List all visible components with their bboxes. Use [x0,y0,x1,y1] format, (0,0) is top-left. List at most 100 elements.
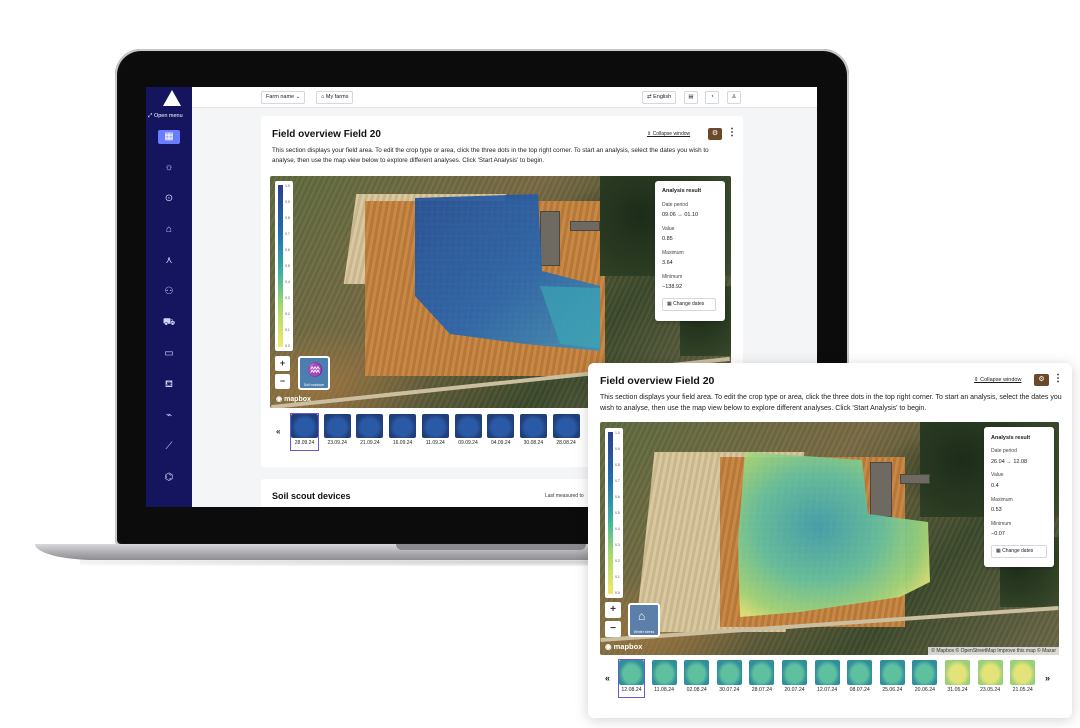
chevron-down-icon: ⌄ [295,94,301,100]
legend-tick-label: 1.0 [615,431,620,435]
location-pin-icon[interactable]: ⊙ [158,192,180,206]
date-thumbnail[interactable]: 21.09.24 [356,414,384,450]
legend-tick-label: 0.4 [615,527,620,531]
date-thumbnail[interactable]: 12.08.24 [618,659,645,698]
more-options-icon[interactable]: ⋮ [727,127,737,138]
thumbnail-image [684,660,710,685]
zoom-out-button[interactable]: − [275,374,290,389]
tractor-icon[interactable]: ⛟ [158,316,180,330]
farm-name-select[interactable]: Farm name ⌄ [261,91,306,104]
calendar-icon: ▦ [667,301,672,307]
messages-icon[interactable]: ▤ [684,91,698,104]
date-thumbnail[interactable]: 21.05.24 [1010,660,1036,697]
thumbnail-image [454,414,482,438]
date-period-value: 09.06 → 01.10 [662,212,699,218]
panel-zoom-out-button[interactable]: − [605,621,621,637]
home-icon[interactable]: ⌂ [158,223,180,237]
my-farms-button[interactable]: ⌂ My farms [316,91,354,104]
collapse-label: Collapse window [652,131,691,137]
date-thumbnail[interactable]: 30.08.24 [519,414,547,450]
date-thumbnail[interactable]: 11.09.24 [421,414,449,450]
panel-more-options-icon[interactable]: ⋮ [1053,373,1063,384]
dashboard-icon[interactable]: ▦ [158,130,180,144]
legend-tick-label: 0.1 [285,328,290,332]
date-thumbnail[interactable]: 02.08.24 [684,660,710,697]
thumbnail-image [323,414,351,438]
thumbnail-date: 16.09.24 [392,440,413,446]
date-thumbnail[interactable]: 28.09.24 [290,413,319,451]
thumbnail-image [1010,660,1036,685]
value-value: 0.85 [662,236,673,242]
panel-field-map[interactable]: 1.0 0.9 0.8 0.7 0.6 0.5 0.4 0.3 0.2 0.1 0.0 + − ⌂ … [600,422,1059,655]
thumbnail-date: 25.06.24 [882,687,903,693]
cart-icon[interactable]: ⛾ [158,378,180,392]
legend-tick-label: 0.8 [615,463,620,467]
panel-change-dates-button[interactable]: ▦ Change dates [991,545,1047,558]
settings-icon[interactable]: ⚙ [708,128,722,140]
date-thumbnail[interactable]: 28.08.24 [552,414,580,450]
graduation-icon[interactable]: ⌬ [158,471,180,485]
panel-thumbs-prev-button[interactable]: « [605,673,610,683]
legend-gradient [608,432,613,594]
thumbnail-image [356,414,384,438]
thumbnail-image [879,660,905,685]
change-dates-button[interactable]: ▦ Change dates [662,298,716,311]
thumbs-prev-button[interactable]: « [276,427,280,436]
date-thumbnail[interactable]: 31.05.24 [945,660,970,697]
legend-tick-label: 0.1 [615,575,620,579]
date-thumbnail[interactable]: 11.08.24 [651,660,677,697]
maximum-label: Maximum [662,250,684,256]
thumbnail-image [782,660,807,685]
network-icon[interactable]: ⋏ [158,254,180,268]
legend-tick-label: 0.5 [615,511,620,515]
date-thumbnail[interactable]: 16.09.24 [389,414,417,450]
map-attribution[interactable]: © Mapbox © OpenStreetMap Improve this ma… [928,647,1059,655]
calendar-icon: ▦ [996,548,1001,554]
panel-date-period-label: Date period [991,448,1017,454]
thumbnail-date: 02.08.24 [686,687,707,693]
panel-description: This section displays your field area. T… [600,394,1062,412]
date-thumbnail[interactable]: 30.07.24 [716,660,742,697]
date-thumbnail[interactable]: 09.09.24 [454,414,482,450]
thumbnail-date: 23.05.24 [979,687,1001,693]
thumbnail-image [619,660,644,685]
panel-collapse-window-link[interactable]: ⇕ Collapse window [974,377,1021,383]
field-description: This section displays your field area. T… [272,147,709,164]
date-thumbnail[interactable]: 25.06.24 [879,660,905,697]
sun-icon[interactable]: ☼ [158,161,180,175]
legend-tick-label: 0.2 [615,559,620,563]
date-thumbnail[interactable]: 23.09.24 [323,414,351,450]
language-select[interactable]: ⇄ English [642,91,677,104]
page-title: Field overview Field 20 [272,129,381,140]
panel-settings-icon[interactable]: ⚙ [1034,374,1049,386]
date-thumbnail[interactable]: 23.05.24 [977,660,1003,697]
date-thumbnail[interactable]: 28.07.24 [749,660,775,697]
analysis-result-panel: Analysis result Date period 09.06 → 01.1… [655,181,725,321]
signature-icon[interactable]: ⟋ [158,440,180,454]
users-icon[interactable]: ⚇ [158,285,180,299]
date-thumbnail[interactable]: 12.07.24 [814,660,840,697]
attachment-icon[interactable]: ⌁ [158,409,180,423]
zoom-in-button[interactable]: + [275,356,290,371]
thumbnail-date: 21.09.24 [360,440,380,446]
panel-thumbs-next-button[interactable]: » [1045,673,1050,683]
panel-layer-toggle-button[interactable]: ⌂ Winter stress [628,603,660,637]
open-menu-button[interactable]: ⤢ Open menu [148,113,183,120]
date-thumbnail[interactable]: 08.07.24 [847,660,873,697]
panel-minimum-label: Minimum [991,521,1012,527]
thumbnail-image [749,660,775,685]
language-label: English [653,94,672,100]
chat-icon[interactable]: ▭ [158,347,180,361]
notifications-icon[interactable]: ◔ [705,91,719,104]
thumbnail-date: 28.08.24 [556,440,576,446]
water-drops-icon: ♒ [307,362,324,377]
date-thumbnail[interactable]: 04.09.24 [487,414,515,450]
farm-name-label: Farm name [266,94,295,100]
layer-toggle-button[interactable]: ♒ Soil moisture [298,356,330,390]
panel-zoom-in-button[interactable]: + [605,602,621,618]
date-thumbnail[interactable]: 20.07.24 [782,660,807,697]
date-thumbnail[interactable]: 20.06.24 [912,660,938,697]
panel-value-label: Value [991,472,1004,478]
user-icon[interactable]: ♙ [727,91,741,104]
collapse-window-link[interactable]: ⇕ Collapse window [647,131,690,137]
